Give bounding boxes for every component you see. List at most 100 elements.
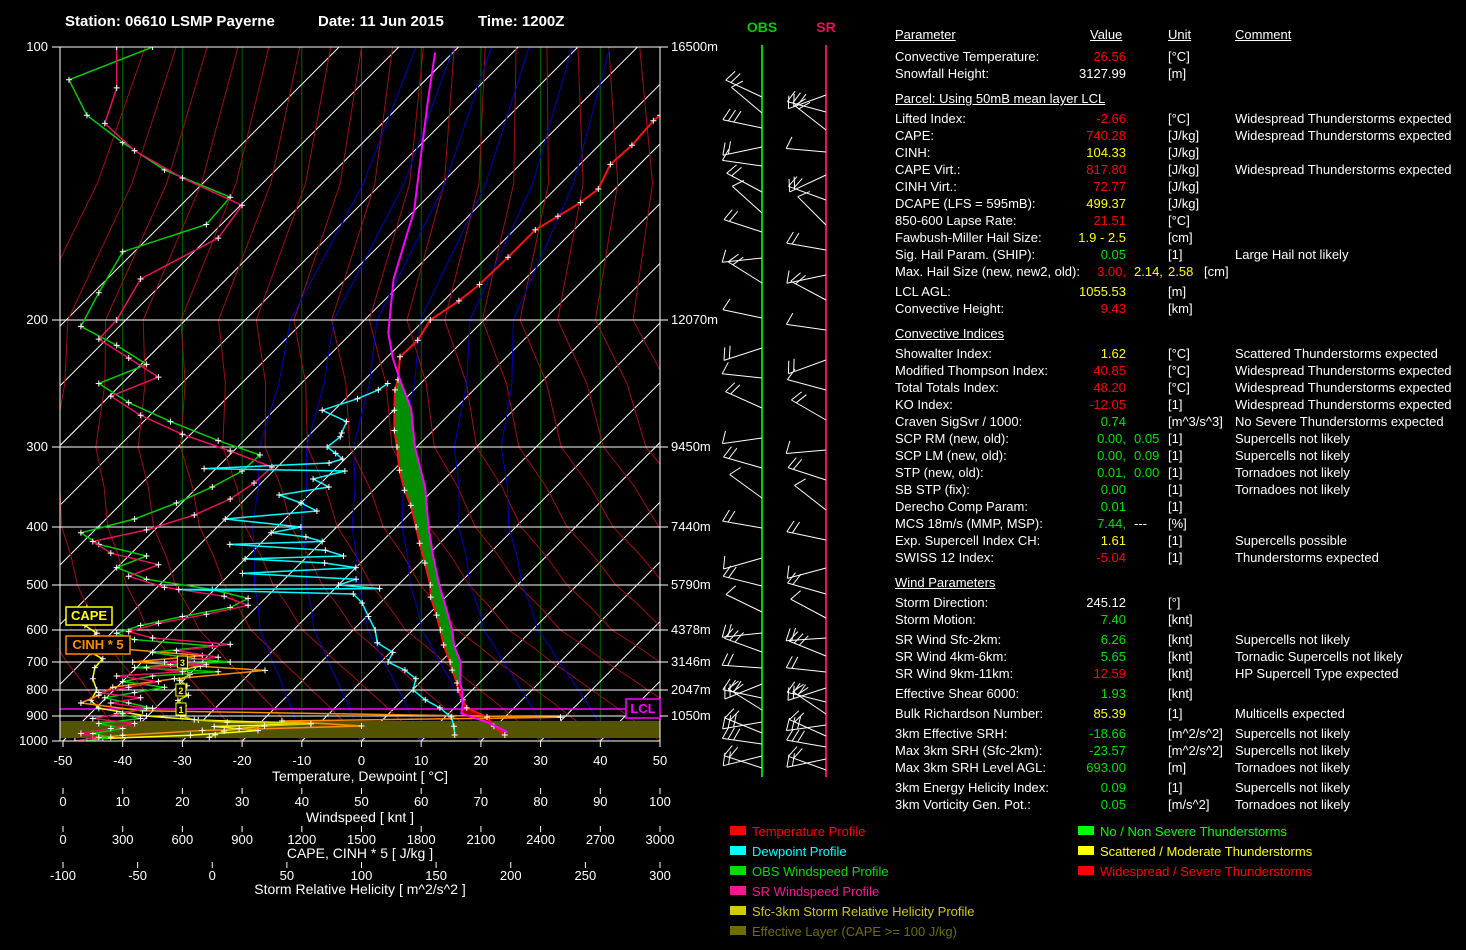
cape-axis: 03006009001200150018002100240027003000CA… — [59, 826, 674, 861]
param-value: 0.09 — [1134, 448, 1159, 463]
param-unit: [1] — [1168, 550, 1182, 565]
param-unit: [m^2/s^2] — [1168, 726, 1223, 741]
windspeed-axis-tick-label: 90 — [593, 794, 607, 809]
param-label: CINH Virt.: — [895, 179, 957, 194]
param-value: 5.65 — [1036, 649, 1126, 664]
windspeed-axis-title: Windspeed [ knt ] — [306, 809, 414, 825]
cape-axis-tick-label: 3000 — [646, 832, 675, 847]
altitude-label: 9450m — [671, 439, 711, 454]
temperature-axis-title: Temperature, Dewpoint [ °C] — [272, 768, 448, 784]
wind-barb — [726, 383, 763, 408]
param-unit: [°C] — [1168, 213, 1190, 228]
param-unit: [J/kg] — [1168, 179, 1199, 194]
wind-barb — [724, 629, 762, 652]
param-label: Derecho Comp Param: — [895, 499, 1028, 514]
param-unit: [1] — [1168, 533, 1182, 548]
section-header: Parcel: Using 50mB mean layer LCL — [895, 91, 1105, 106]
param-value: 1055.53 — [1036, 284, 1126, 299]
param-value: 0.00, — [1036, 431, 1126, 446]
wind-barb — [795, 479, 827, 510]
param-comment: Widespread Thunderstorms expected — [1235, 380, 1452, 395]
param-value: 6.26 — [1036, 632, 1126, 647]
profile-legend: Temperature ProfileDewpoint ProfileOBS W… — [730, 824, 1070, 944]
pressure-label: 600 — [26, 622, 48, 637]
windspeed-axis-tick-label: 40 — [295, 794, 309, 809]
param-label: SR Wind Sfc-2km: — [895, 632, 1001, 647]
param-label: Showalter Index: — [895, 346, 992, 361]
time-title: Time: 1200Z — [478, 13, 564, 30]
temperature-axis-tick-label: -30 — [173, 753, 192, 768]
wind-barb — [732, 181, 762, 214]
param-label: Convective Temperature: — [895, 49, 1039, 64]
param-value: 7.44, — [1036, 516, 1126, 531]
param-comment: Widespread Thunderstorms expected — [1235, 397, 1452, 412]
temperature-axis-tick-label: 20 — [474, 753, 488, 768]
temperature-axis-tick-label: -40 — [113, 753, 132, 768]
wind-barb — [724, 447, 763, 468]
param-label: 850-600 Lapse Rate: — [895, 213, 1016, 228]
param-label: KO Index: — [895, 397, 953, 412]
param-label: Bulk Richardson Number: — [895, 706, 1043, 721]
cape-axis-tick-label: 900 — [231, 832, 253, 847]
param-unit: [°C] — [1168, 363, 1190, 378]
param-label: Snowfall Height: — [895, 66, 989, 81]
altitude-label: 2047m — [671, 682, 711, 697]
param-unit: [km] — [1168, 301, 1193, 316]
wind-barb — [723, 566, 762, 586]
wind-barb — [722, 727, 762, 744]
pressure-label: 900 — [26, 708, 48, 723]
wind-barb — [788, 573, 827, 594]
param-value: 26.56 — [1036, 49, 1126, 64]
windspeed-axis-tick-label: 70 — [474, 794, 488, 809]
param-label: Storm Motion: — [895, 612, 976, 627]
pressure-label: 700 — [26, 654, 48, 669]
param-label: STP (new, old): — [895, 465, 984, 480]
param-value: 817.80 — [1036, 162, 1126, 177]
wind-barb — [722, 250, 762, 263]
param-comment: Widespread Thunderstorms expected — [1235, 162, 1452, 177]
legend-swatch-icon — [1078, 866, 1094, 875]
wind-barb — [722, 624, 762, 637]
legend-swatch-icon — [730, 886, 746, 895]
param-value: 0.00 — [1134, 465, 1159, 480]
windspeed-axis-tick-label: 20 — [175, 794, 189, 809]
param-unit: [1] — [1168, 780, 1182, 795]
wind-barb — [723, 109, 762, 128]
param-value: 0.05 — [1134, 431, 1159, 446]
param-label: Max 3km SRH Level AGL: — [895, 760, 1046, 775]
param-unit: [J/kg] — [1168, 162, 1199, 177]
legend-swatch-icon — [730, 926, 746, 935]
wind-barb — [787, 369, 826, 390]
wind-barb — [724, 346, 762, 361]
legend-label: Dewpoint Profile — [752, 844, 847, 859]
legend-label: No / Non Severe Thunderstorms — [1100, 824, 1287, 839]
legend-label: Widespread / Severe Thunderstorms — [1100, 864, 1312, 879]
sr-wind-column: SR — [786, 19, 836, 777]
temperature-profile-markers — [391, 112, 663, 738]
param-unit: [m] — [1168, 66, 1186, 81]
wind-barb — [788, 458, 826, 480]
temperature-axis-tick-label: 30 — [533, 753, 547, 768]
wind-barb — [726, 586, 762, 612]
wind-barb — [790, 711, 827, 736]
wind-barb — [722, 654, 762, 669]
param-label: CINH: — [895, 145, 930, 160]
param-value: 85.39 — [1036, 706, 1126, 721]
wind-barb — [786, 441, 826, 454]
wind-barb — [723, 299, 762, 318]
param-comment: Supercells not likely — [1235, 743, 1350, 758]
pressure-label: 800 — [26, 682, 48, 697]
windspeed-axis-tick-label: 80 — [533, 794, 547, 809]
param-value: -12.05 — [1036, 397, 1126, 412]
wind-barb — [786, 656, 826, 672]
param-label: MCS 18m/s (MMP, MSP): — [895, 516, 1043, 531]
param-value: 0.74 — [1036, 414, 1126, 429]
col-header-parameter: Parameter — [895, 27, 956, 42]
param-value: 1.62 — [1036, 346, 1126, 361]
param-unit: [1] — [1168, 431, 1182, 446]
legend-swatch-icon — [730, 866, 746, 875]
km-agl-marker-label: 2 — [178, 686, 183, 696]
cape-axis-tick-label: 2400 — [526, 832, 555, 847]
cape-axis-tick-label: 0 — [59, 832, 66, 847]
windspeed-axis: 0102030405060708090100Windspeed [ knt ] — [59, 788, 670, 825]
